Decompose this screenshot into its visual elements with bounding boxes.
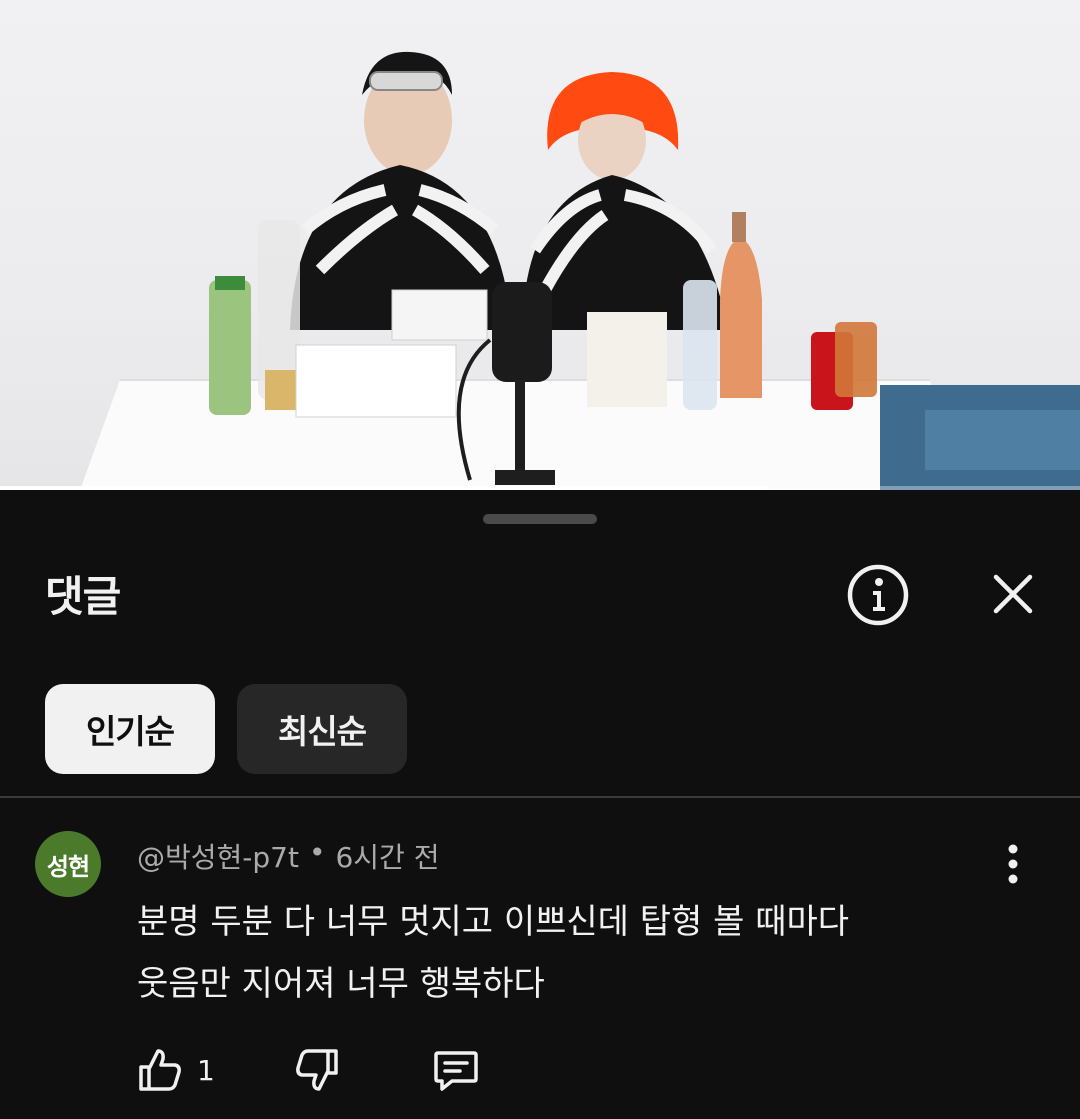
- more-vertical-icon: [1008, 844, 1018, 884]
- close-icon: [993, 574, 1033, 614]
- comment-time: 6시간 전: [335, 841, 440, 874]
- reply-icon: [434, 1051, 478, 1091]
- video-progress-fill: [0, 486, 767, 490]
- left-person: [290, 51, 512, 330]
- comment-author[interactable]: @박성현-p7t: [137, 836, 299, 876]
- video-progress-bar[interactable]: [0, 486, 1080, 490]
- drag-handle[interactable]: [483, 514, 597, 524]
- info-icon: [847, 564, 909, 626]
- video-frame-illustration: [80, 51, 1080, 490]
- like-count: 1: [197, 1053, 215, 1087]
- dislike-button[interactable]: [294, 1047, 340, 1093]
- meta-separator: •: [308, 836, 326, 869]
- comment-line: 분명 두분 다 너무 멋지고 이쁘신데 탑형 볼 때마다: [137, 902, 850, 942]
- comment-text: 분명 두분 다 너무 멋지고 이쁘신데 탑형 볼 때마다 웃음만 지어져 너무 …: [137, 891, 957, 1015]
- thumbs-up-icon: [139, 1049, 181, 1091]
- comment-line: 웃음만 지어져 너무 행복하다: [137, 964, 545, 1004]
- divider: [0, 796, 1080, 798]
- info-button[interactable]: [846, 563, 910, 627]
- sort-chip-latest[interactable]: 최신순: [237, 684, 407, 774]
- comments-sheet: 댓글 인기순 최신순 성현 @박성현-p7t • 6시간 전 분명 두분 다 너…: [0, 491, 1080, 1119]
- avatar[interactable]: 성현: [35, 831, 101, 897]
- comment-meta: @박성현-p7t • 6시간 전: [137, 836, 439, 876]
- sort-chip-popular[interactable]: 인기순: [45, 684, 215, 774]
- like-button[interactable]: 1: [137, 1047, 215, 1093]
- thumbs-down-icon: [296, 1049, 338, 1091]
- reply-button[interactable]: [432, 1047, 480, 1093]
- sheet-title: 댓글: [45, 572, 121, 621]
- close-button[interactable]: [988, 569, 1038, 619]
- video-player[interactable]: [0, 0, 1080, 490]
- comment-more-button[interactable]: [996, 841, 1030, 887]
